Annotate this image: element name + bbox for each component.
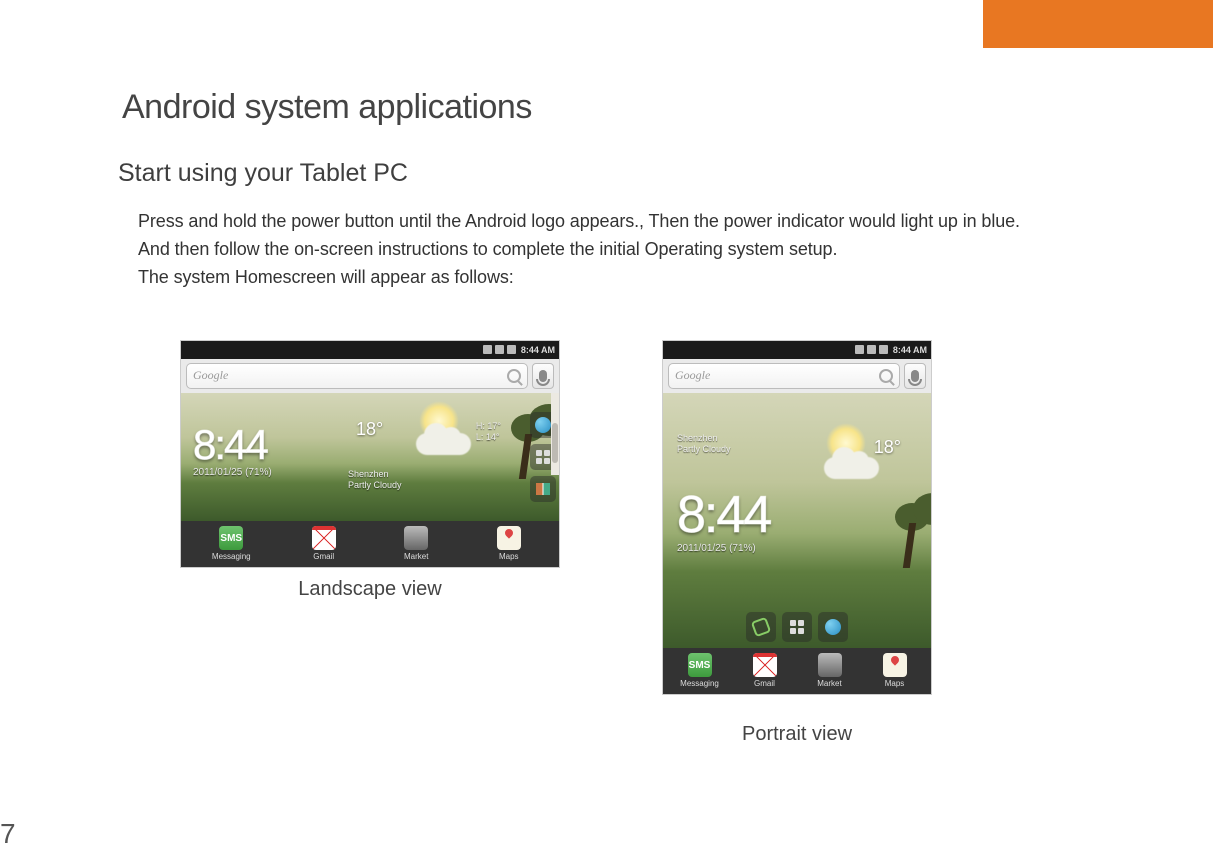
dock-label: Messaging: [680, 679, 719, 688]
clock-time: 8:44: [193, 421, 272, 469]
weather-hilo: H: 17° L: 14°: [476, 421, 501, 444]
status-icon: [483, 345, 492, 354]
microphone-icon: [911, 370, 919, 382]
microphone-icon: [539, 370, 547, 382]
dock-messaging[interactable]: SMS Messaging: [667, 653, 732, 688]
clock-widget[interactable]: 8:44 2011/01/25 (71%): [193, 421, 272, 478]
temperature: 18°: [874, 437, 901, 458]
voice-search-button[interactable]: [904, 363, 926, 389]
dock-gmail[interactable]: Gmail: [278, 526, 371, 561]
dock-label: Gmail: [754, 679, 775, 688]
portrait-caption: Portrait view: [742, 723, 852, 746]
market-icon: [404, 526, 428, 550]
bottom-widgets: [746, 612, 848, 642]
status-icon: [879, 345, 888, 354]
market-icon: [818, 653, 842, 677]
wallpaper: Shenzhen Partly Cloudy 18° 8:44 2011/01/…: [663, 393, 931, 648]
globe-icon: [825, 619, 841, 635]
status-bar: 8:44 AM: [181, 341, 559, 359]
dock-label: Maps: [499, 552, 519, 561]
wallpaper: 8:44 2011/01/25 (71%) 18° Shenzhen Partl…: [181, 393, 559, 521]
dock-label: Gmail: [313, 552, 334, 561]
search-bar: Google: [663, 359, 931, 393]
gmail-icon: [753, 653, 777, 677]
globe-icon: [535, 417, 551, 433]
weather-location: Shenzhen Partly Cloudy: [348, 469, 402, 492]
book-icon: [536, 483, 550, 495]
page-number: 7: [0, 818, 16, 850]
status-time: 8:44 AM: [893, 345, 927, 355]
paragraph-2: And then follow the on-screen instructio…: [138, 236, 1163, 264]
grid-icon: [536, 450, 550, 464]
search-input[interactable]: Google: [186, 363, 528, 389]
clock-date: 2011/01/25 (71%): [193, 467, 272, 478]
status-bar: 8:44 AM: [663, 341, 931, 359]
status-icon: [507, 345, 516, 354]
dock-maps[interactable]: Maps: [862, 653, 927, 688]
tree-graphic: [522, 434, 529, 479]
search-icon[interactable]: [879, 369, 893, 383]
temperature: 18°: [356, 419, 383, 440]
dock-gmail[interactable]: Gmail: [732, 653, 797, 688]
dock: SMS Messaging Gmail Market Maps: [181, 521, 559, 567]
cloud-graphic: [824, 457, 879, 479]
search-icon[interactable]: [507, 369, 521, 383]
maps-icon: [497, 526, 521, 550]
sms-icon: SMS: [688, 653, 712, 677]
gmail-icon: [312, 526, 336, 550]
landscape-column: 8:44 AM Google: [180, 340, 560, 601]
screenshot-row: 8:44 AM Google: [180, 340, 1163, 746]
clock-time: 8:44: [677, 485, 770, 545]
dock: SMS Messaging Gmail Market Maps: [663, 648, 931, 694]
dock-market[interactable]: Market: [370, 526, 463, 561]
sms-icon: SMS: [219, 526, 243, 550]
status-icon: [495, 345, 504, 354]
header-accent-box: [983, 0, 1213, 48]
scrollbar-thumb[interactable]: [552, 423, 558, 463]
maps-icon: [883, 653, 907, 677]
body-text: Press and hold the power button until th…: [138, 208, 1163, 292]
section-subtitle: Start using your Tablet PC: [118, 159, 1163, 188]
grid-icon: [790, 620, 804, 634]
page-title: Android system applications: [122, 88, 1163, 127]
clock-widget[interactable]: 8:44 2011/01/25 (71%): [677, 485, 770, 554]
landscape-caption: Landscape view: [298, 578, 441, 601]
portrait-screenshot: 8:44 AM Google: [662, 340, 932, 695]
voice-search-button[interactable]: [532, 363, 554, 389]
search-input[interactable]: Google: [668, 363, 900, 389]
browser-shortcut[interactable]: [818, 612, 848, 642]
dock-label: Market: [404, 552, 428, 561]
google-logo: Google: [675, 368, 879, 383]
dock-label: Messaging: [212, 552, 251, 561]
phone-shortcut[interactable]: [746, 612, 776, 642]
dock-messaging[interactable]: SMS Messaging: [185, 526, 278, 561]
cloud-graphic: [416, 433, 471, 455]
status-icon: [855, 345, 864, 354]
landscape-screenshot: 8:44 AM Google: [180, 340, 560, 568]
status-icon: [867, 345, 876, 354]
books-shortcut[interactable]: [530, 476, 556, 502]
dock-maps[interactable]: Maps: [463, 526, 556, 561]
phone-icon: [751, 616, 772, 637]
dock-label: Maps: [885, 679, 905, 688]
dock-market[interactable]: Market: [797, 653, 862, 688]
apps-shortcut[interactable]: [782, 612, 812, 642]
status-time: 8:44 AM: [521, 345, 555, 355]
tree-graphic: [906, 523, 913, 568]
page-content: Android system applications Start using …: [0, 0, 1213, 746]
paragraph-3: The system Homescreen will appear as fol…: [138, 264, 1163, 292]
search-bar: Google: [181, 359, 559, 393]
weather-location: Shenzhen Partly Cloudy: [677, 433, 731, 456]
dock-label: Market: [817, 679, 841, 688]
paragraph-1: Press and hold the power button until th…: [138, 208, 1163, 236]
portrait-column: 8:44 AM Google: [662, 340, 932, 746]
google-logo: Google: [193, 368, 507, 383]
